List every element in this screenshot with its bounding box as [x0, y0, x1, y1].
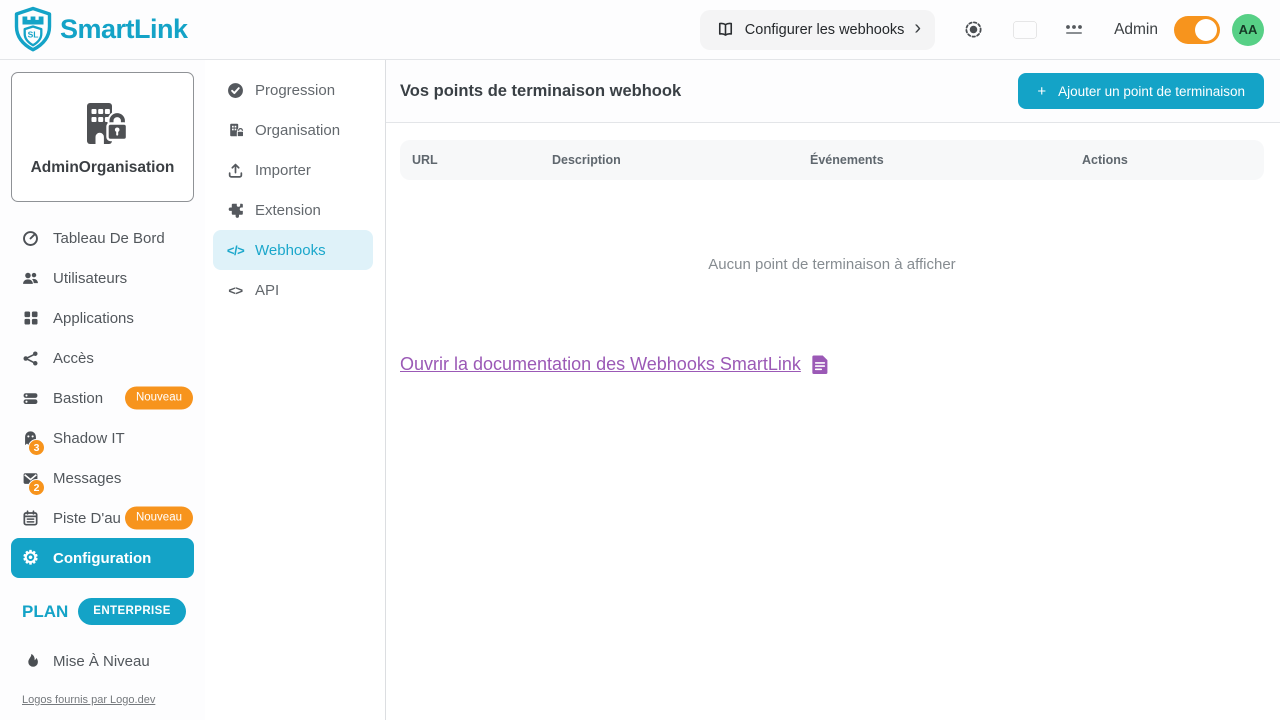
dashboard-icon — [22, 230, 39, 247]
subsidebar-item-label: Importer — [255, 162, 311, 179]
shield-logo-icon: SL — [12, 6, 54, 53]
subsidebar-item-importer[interactable]: Importer — [213, 150, 373, 190]
subsidebar-item-label: Organisation — [255, 122, 340, 139]
sun-icon — [963, 19, 984, 40]
puzzle-icon — [227, 202, 244, 219]
chevron-right-icon: › — [914, 18, 921, 38]
avatar[interactable]: AA — [1232, 14, 1264, 46]
sidebar-item-piste-daudit[interactable]: Piste D'au Nouveau — [0, 498, 205, 538]
organization-card[interactable]: AdminOrganisation — [11, 72, 194, 202]
subsidebar-item-label: Webhooks — [255, 242, 326, 259]
content-body: URL Description Événements Actions Aucun… — [386, 123, 1280, 720]
main-content: Vos points de terminaison webhook + Ajou… — [385, 60, 1280, 720]
empty-state-text: Aucun point de terminaison à afficher — [400, 256, 1264, 273]
webhooks-documentation-link[interactable]: Ouvrir la documentation des Webhooks Sma… — [400, 354, 801, 375]
logos-credit-link[interactable]: Logos fournis par Logo.dev — [22, 694, 155, 706]
sidebar-item-tableau-de-bord[interactable]: Tableau De Bord — [0, 218, 205, 258]
theme-light-button[interactable] — [959, 15, 988, 44]
admin-mode-toggle[interactable] — [1174, 16, 1220, 44]
nouveau-badge: Nouveau — [125, 387, 193, 410]
brand-name: SmartLink — [60, 14, 188, 45]
plan-enterprise-badge: ENTERPRISE — [78, 598, 186, 625]
plan-row: PLAN ENTERPRISE — [0, 598, 205, 625]
column-header-url: URL — [400, 153, 540, 167]
more-options-button[interactable] — [1060, 18, 1088, 42]
apps-grid-icon — [22, 310, 39, 327]
brand-initials: SL — [28, 30, 39, 40]
sidebar-item-label: Accès — [53, 350, 94, 367]
sidebar-item-messages[interactable]: Messages 2 — [0, 458, 205, 498]
sidebar-item-utilisateurs[interactable]: Utilisateurs — [0, 258, 205, 298]
sidebar-item-label: Shadow IT — [53, 430, 125, 447]
building-lock-icon — [74, 97, 132, 151]
sidebar-item-label: Configuration — [53, 550, 151, 567]
subsidebar-item-extension[interactable]: Extension — [213, 190, 373, 230]
sidebar-item-applications[interactable]: Applications — [0, 298, 205, 338]
body-row: AdminOrganisation Tableau De Bord Utilis… — [0, 60, 1280, 720]
count-badge: 2 — [28, 479, 45, 496]
sidebar-nav: Tableau De Bord Utilisateurs Application… — [0, 218, 205, 578]
code-slash-icon: </> — [227, 242, 244, 259]
calendar-icon — [22, 510, 39, 527]
sidebar: AdminOrganisation Tableau De Bord Utilis… — [0, 60, 205, 720]
app-root: SL SmartLink Configurer les webhooks › — [0, 0, 1280, 720]
sidebar-item-shadow-it[interactable]: Shadow IT 3 — [0, 418, 205, 458]
column-header-actions: Actions — [1070, 153, 1264, 167]
server-icon — [22, 390, 39, 407]
subsidebar-item-progression[interactable]: Progression — [213, 70, 373, 110]
subsidebar-item-webhooks[interactable]: </> Webhooks — [213, 230, 373, 270]
add-endpoint-label: Ajouter un point de terminaison — [1058, 84, 1245, 99]
upload-icon — [227, 162, 244, 179]
add-endpoint-button[interactable]: + Ajouter un point de terminaison — [1018, 73, 1264, 109]
sidebar-item-bastion[interactable]: Bastion Nouveau — [0, 378, 205, 418]
table-header-row: URL Description Événements Actions — [400, 140, 1264, 180]
sidebar-item-mise-a-niveau[interactable]: Mise À Niveau — [0, 641, 205, 681]
column-header-description: Description — [540, 153, 798, 167]
plus-icon: + — [1037, 83, 1046, 100]
organization-name: AdminOrganisation — [31, 159, 175, 177]
subsidebar-item-organisation[interactable]: Organisation — [213, 110, 373, 150]
building-lock-small-icon — [227, 122, 244, 139]
brand-logo[interactable]: SL SmartLink — [12, 6, 188, 53]
upgrade-label: Mise À Niveau — [53, 653, 150, 670]
flame-icon — [22, 653, 39, 670]
configure-webhooks-button[interactable]: Configurer les webhooks › — [700, 10, 935, 50]
column-header-evenements: Événements — [798, 153, 1070, 167]
sidebar-item-acces[interactable]: Accès — [0, 338, 205, 378]
admin-label: Admin — [1114, 21, 1158, 39]
plan-label: PLAN — [22, 602, 68, 622]
sidebar-item-configuration[interactable]: ⚙ Configuration — [11, 538, 194, 578]
gear-icon: ⚙ — [22, 550, 39, 567]
document-icon — [810, 354, 830, 375]
header-actions: Configurer les webhooks › — [700, 10, 1264, 50]
share-icon — [22, 350, 39, 367]
code-brackets-icon: <> — [227, 282, 244, 299]
users-icon — [22, 270, 39, 287]
book-icon — [716, 21, 735, 38]
documentation-row: Ouvrir la documentation des Webhooks Sma… — [400, 354, 1264, 375]
sidebar-item-label: Applications — [53, 310, 134, 327]
sidebar-item-label: Utilisateurs — [53, 270, 127, 287]
sidebar-item-label: Bastion — [53, 390, 103, 407]
subsidebar-item-api[interactable]: <> API — [213, 270, 373, 310]
dots-underline-icon — [1064, 22, 1084, 38]
count-badge: 3 — [28, 439, 45, 456]
nouveau-badge: Nouveau — [125, 507, 193, 530]
sidebar-item-label: Tableau De Bord — [53, 230, 165, 247]
subsidebar-item-label: Progression — [255, 82, 335, 99]
content-header: Vos points de terminaison webhook + Ajou… — [386, 60, 1280, 123]
subsidebar-item-label: Extension — [255, 202, 321, 219]
sidebar-item-label: Messages — [53, 470, 121, 487]
configure-webhooks-label: Configurer les webhooks — [745, 22, 905, 38]
page-title: Vos points de terminaison webhook — [400, 82, 681, 101]
subsidebar-item-label: API — [255, 282, 279, 299]
toggle-knob — [1195, 19, 1217, 41]
check-circle-icon — [227, 82, 244, 99]
sidebar-item-label: Piste D'au — [53, 510, 121, 527]
language-flag-button[interactable] — [1014, 22, 1036, 38]
settings-subsidebar: Progression Organisation Importer Extens… — [205, 60, 385, 720]
top-header: SL SmartLink Configurer les webhooks › — [0, 0, 1280, 60]
